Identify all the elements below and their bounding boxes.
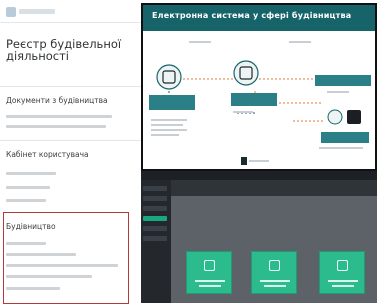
dashboard-header <box>171 180 377 196</box>
section-link-placeholder[interactable] <box>6 199 46 202</box>
sidebar-item[interactable] <box>143 206 167 211</box>
coat-of-arms-icon <box>6 6 16 17</box>
infographic-title: Електронна система у сфері будівництва <box>152 11 352 20</box>
section-title-construction[interactable]: Будівництво <box>6 222 56 231</box>
diagram-caption-placeholder <box>189 41 211 43</box>
section-title-documents[interactable]: Документи з будівництва <box>6 96 108 105</box>
diagram-caption-placeholder <box>289 41 311 43</box>
infographic-diagram <box>149 41 371 165</box>
registry-circle <box>233 60 259 86</box>
section-link-placeholder[interactable] <box>6 186 50 189</box>
app-icon <box>347 110 361 124</box>
device-pair <box>327 109 361 125</box>
section-link-placeholder[interactable] <box>6 172 56 175</box>
tile-icon <box>269 260 280 271</box>
trident-icon <box>241 157 247 165</box>
tile-label-placeholder <box>199 285 221 287</box>
dashboard-screenshot <box>141 171 377 303</box>
dashboard-topbar <box>141 171 377 180</box>
text-line-placeholder <box>233 111 253 113</box>
footer-text-placeholder <box>249 160 269 162</box>
footer-logo <box>241 157 269 165</box>
section-divider <box>0 140 146 141</box>
service-tile[interactable] <box>251 251 297 294</box>
logo-wordmark <box>19 9 55 14</box>
tile-label-placeholder <box>264 285 286 287</box>
sidebar-item-active[interactable] <box>143 216 167 221</box>
sidebar-item[interactable] <box>143 236 167 241</box>
section-link-placeholder[interactable] <box>6 125 106 128</box>
section-link-placeholder[interactable] <box>6 115 112 118</box>
tile-label-placeholder <box>260 280 290 282</box>
sidebar-item[interactable] <box>143 226 167 231</box>
service-tile[interactable] <box>186 251 232 294</box>
section-link-placeholder[interactable] <box>6 242 46 245</box>
text-line-placeholder <box>151 124 183 126</box>
section-link-placeholder[interactable] <box>6 275 92 278</box>
header-divider <box>0 22 146 23</box>
text-line-placeholder <box>327 91 349 93</box>
section-link-placeholder[interactable] <box>6 253 76 256</box>
tile-label-placeholder <box>328 280 358 282</box>
applicant-box <box>149 95 195 110</box>
applicant-circle <box>156 64 182 90</box>
section-link-placeholder[interactable] <box>6 264 118 267</box>
applicant-node <box>156 64 182 90</box>
section-title-cabinet[interactable]: Кабінет користувача <box>6 150 89 159</box>
sidebar-item[interactable] <box>143 186 167 191</box>
text-line-placeholder <box>151 134 179 136</box>
service-box-top <box>315 75 371 86</box>
tile-icon <box>337 260 348 271</box>
site-logo[interactable] <box>6 6 58 17</box>
service-box-bottom <box>321 132 369 143</box>
sidebar-item[interactable] <box>143 196 167 201</box>
registry-panel: Реєстр будівельної діяльності Документи … <box>0 0 146 304</box>
phone-icon <box>327 109 343 125</box>
registry-box <box>231 93 277 106</box>
tile-label-placeholder <box>332 285 354 287</box>
section-link-placeholder[interactable] <box>6 287 60 290</box>
text-line-placeholder <box>151 119 187 121</box>
text-line-placeholder <box>151 129 187 131</box>
dashboard-sidebar <box>141 180 171 303</box>
text-line-placeholder <box>319 147 363 149</box>
infographic-banner: Електронна система у сфері будівництва <box>143 5 375 31</box>
system-infographic: Електронна система у сфері будівництва <box>141 3 377 171</box>
tile-icon <box>204 260 215 271</box>
page-title: Реєстр будівельної діяльності <box>6 37 122 63</box>
registry-node <box>233 60 259 86</box>
service-tile[interactable] <box>319 251 365 294</box>
section-divider <box>0 86 146 87</box>
tile-label-placeholder <box>195 280 225 282</box>
